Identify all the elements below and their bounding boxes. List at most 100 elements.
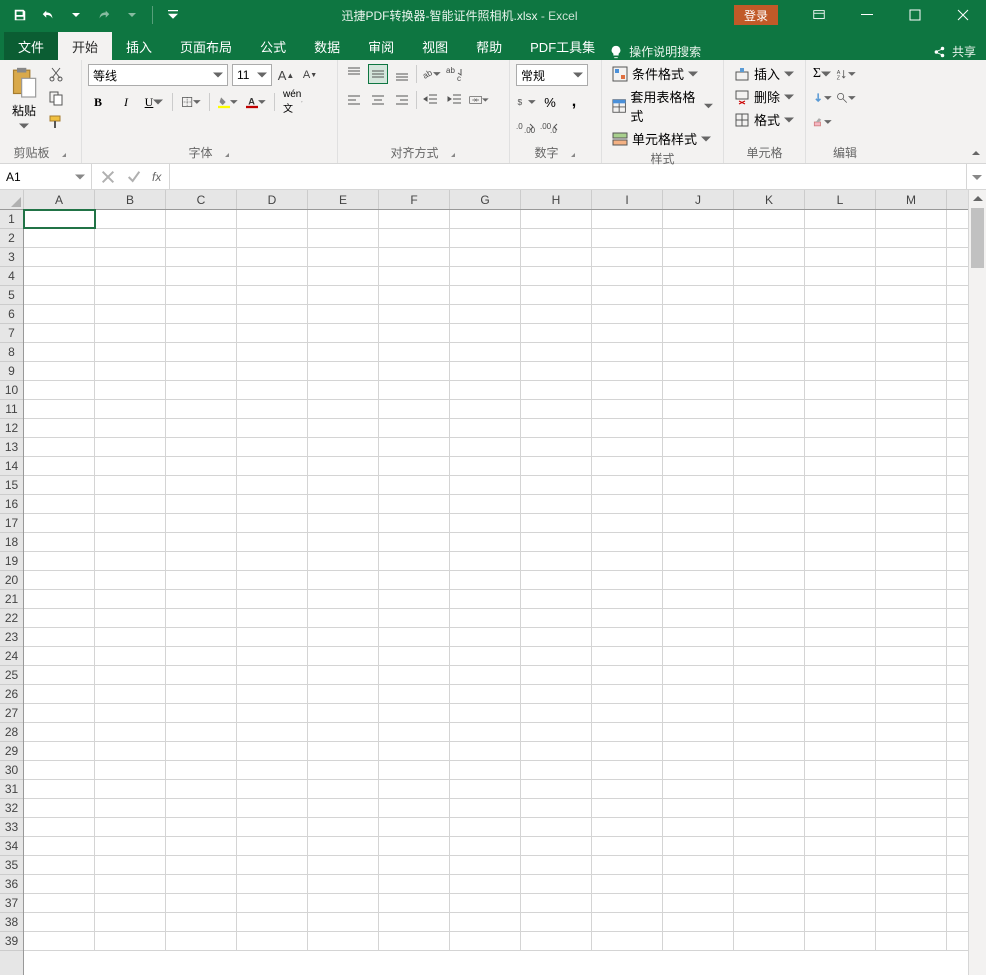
- cell[interactable]: [166, 381, 237, 399]
- sort-filter-icon[interactable]: AZ: [836, 64, 856, 84]
- cell[interactable]: [663, 818, 734, 836]
- cell[interactable]: [734, 476, 805, 494]
- cell[interactable]: [876, 476, 947, 494]
- cell[interactable]: [663, 343, 734, 361]
- cell[interactable]: [521, 533, 592, 551]
- cell[interactable]: [592, 894, 663, 912]
- cell[interactable]: [24, 343, 95, 361]
- cell[interactable]: [876, 647, 947, 665]
- cell[interactable]: [95, 742, 166, 760]
- cell[interactable]: [308, 761, 379, 779]
- cell[interactable]: [237, 476, 308, 494]
- cell[interactable]: [663, 267, 734, 285]
- cell[interactable]: [95, 305, 166, 323]
- cell[interactable]: [308, 609, 379, 627]
- cell[interactable]: [521, 723, 592, 741]
- cell[interactable]: [237, 248, 308, 266]
- cell[interactable]: [805, 438, 876, 456]
- cell[interactable]: [237, 628, 308, 646]
- scroll-up-icon[interactable]: [969, 190, 986, 208]
- cell[interactable]: [805, 552, 876, 570]
- column-header[interactable]: I: [592, 190, 663, 209]
- cell[interactable]: [805, 229, 876, 247]
- cell[interactable]: [237, 210, 308, 228]
- cell[interactable]: [24, 476, 95, 494]
- cell[interactable]: [166, 343, 237, 361]
- cell[interactable]: [24, 514, 95, 532]
- maximize-icon[interactable]: [892, 0, 938, 30]
- cell[interactable]: [379, 761, 450, 779]
- cell[interactable]: [734, 457, 805, 475]
- cell[interactable]: [663, 419, 734, 437]
- cell[interactable]: [663, 533, 734, 551]
- row-header[interactable]: 22: [0, 609, 23, 628]
- cell[interactable]: [663, 305, 734, 323]
- cell[interactable]: [237, 723, 308, 741]
- cell[interactable]: [450, 457, 521, 475]
- cell[interactable]: [379, 457, 450, 475]
- cell[interactable]: [95, 856, 166, 874]
- cell[interactable]: [95, 894, 166, 912]
- cell[interactable]: [237, 419, 308, 437]
- qat-customize-icon[interactable]: [161, 3, 185, 27]
- cell[interactable]: [521, 514, 592, 532]
- cell[interactable]: [450, 514, 521, 532]
- cell[interactable]: [166, 761, 237, 779]
- cell[interactable]: [308, 799, 379, 817]
- row-header[interactable]: 2: [0, 229, 23, 248]
- cell[interactable]: [379, 932, 450, 950]
- cell[interactable]: [95, 286, 166, 304]
- cell[interactable]: [734, 343, 805, 361]
- cell[interactable]: [308, 533, 379, 551]
- cell[interactable]: [592, 875, 663, 893]
- cell[interactable]: [805, 628, 876, 646]
- row-header[interactable]: 1: [0, 210, 23, 229]
- cell[interactable]: [379, 400, 450, 418]
- collapse-ribbon-icon[interactable]: [970, 147, 982, 159]
- cell[interactable]: [592, 761, 663, 779]
- cell[interactable]: [663, 761, 734, 779]
- cell[interactable]: [237, 704, 308, 722]
- cell[interactable]: [663, 438, 734, 456]
- cell[interactable]: [308, 913, 379, 931]
- cell[interactable]: [379, 305, 450, 323]
- cell[interactable]: [237, 590, 308, 608]
- cell[interactable]: [734, 723, 805, 741]
- cell[interactable]: [166, 799, 237, 817]
- cell[interactable]: [805, 457, 876, 475]
- cell[interactable]: [592, 628, 663, 646]
- cell[interactable]: [379, 514, 450, 532]
- cell-styles-button[interactable]: 单元格样式: [608, 129, 715, 148]
- insert-function-button[interactable]: fx: [152, 170, 161, 184]
- paste-button[interactable]: 粘贴: [6, 64, 42, 133]
- cell[interactable]: [308, 286, 379, 304]
- merge-center-icon[interactable]: [469, 90, 489, 110]
- cell[interactable]: [734, 210, 805, 228]
- row-header[interactable]: 27: [0, 704, 23, 723]
- cell[interactable]: [379, 875, 450, 893]
- cell[interactable]: [450, 685, 521, 703]
- cell[interactable]: [521, 685, 592, 703]
- cell[interactable]: [24, 590, 95, 608]
- cell[interactable]: [166, 723, 237, 741]
- cell[interactable]: [24, 400, 95, 418]
- cell[interactable]: [95, 438, 166, 456]
- cell[interactable]: [663, 875, 734, 893]
- tab-formulas[interactable]: 公式: [246, 32, 300, 60]
- cell[interactable]: [237, 685, 308, 703]
- cell[interactable]: [734, 780, 805, 798]
- cell[interactable]: [24, 780, 95, 798]
- cell[interactable]: [592, 267, 663, 285]
- cell[interactable]: [379, 286, 450, 304]
- cell[interactable]: [663, 837, 734, 855]
- cell[interactable]: [876, 837, 947, 855]
- cell[interactable]: [24, 685, 95, 703]
- cell[interactable]: [734, 913, 805, 931]
- tab-home[interactable]: 开始: [58, 32, 112, 60]
- cell[interactable]: [166, 571, 237, 589]
- cell[interactable]: [450, 248, 521, 266]
- cell[interactable]: [876, 362, 947, 380]
- cell[interactable]: [734, 666, 805, 684]
- cell[interactable]: [24, 723, 95, 741]
- cell[interactable]: [663, 685, 734, 703]
